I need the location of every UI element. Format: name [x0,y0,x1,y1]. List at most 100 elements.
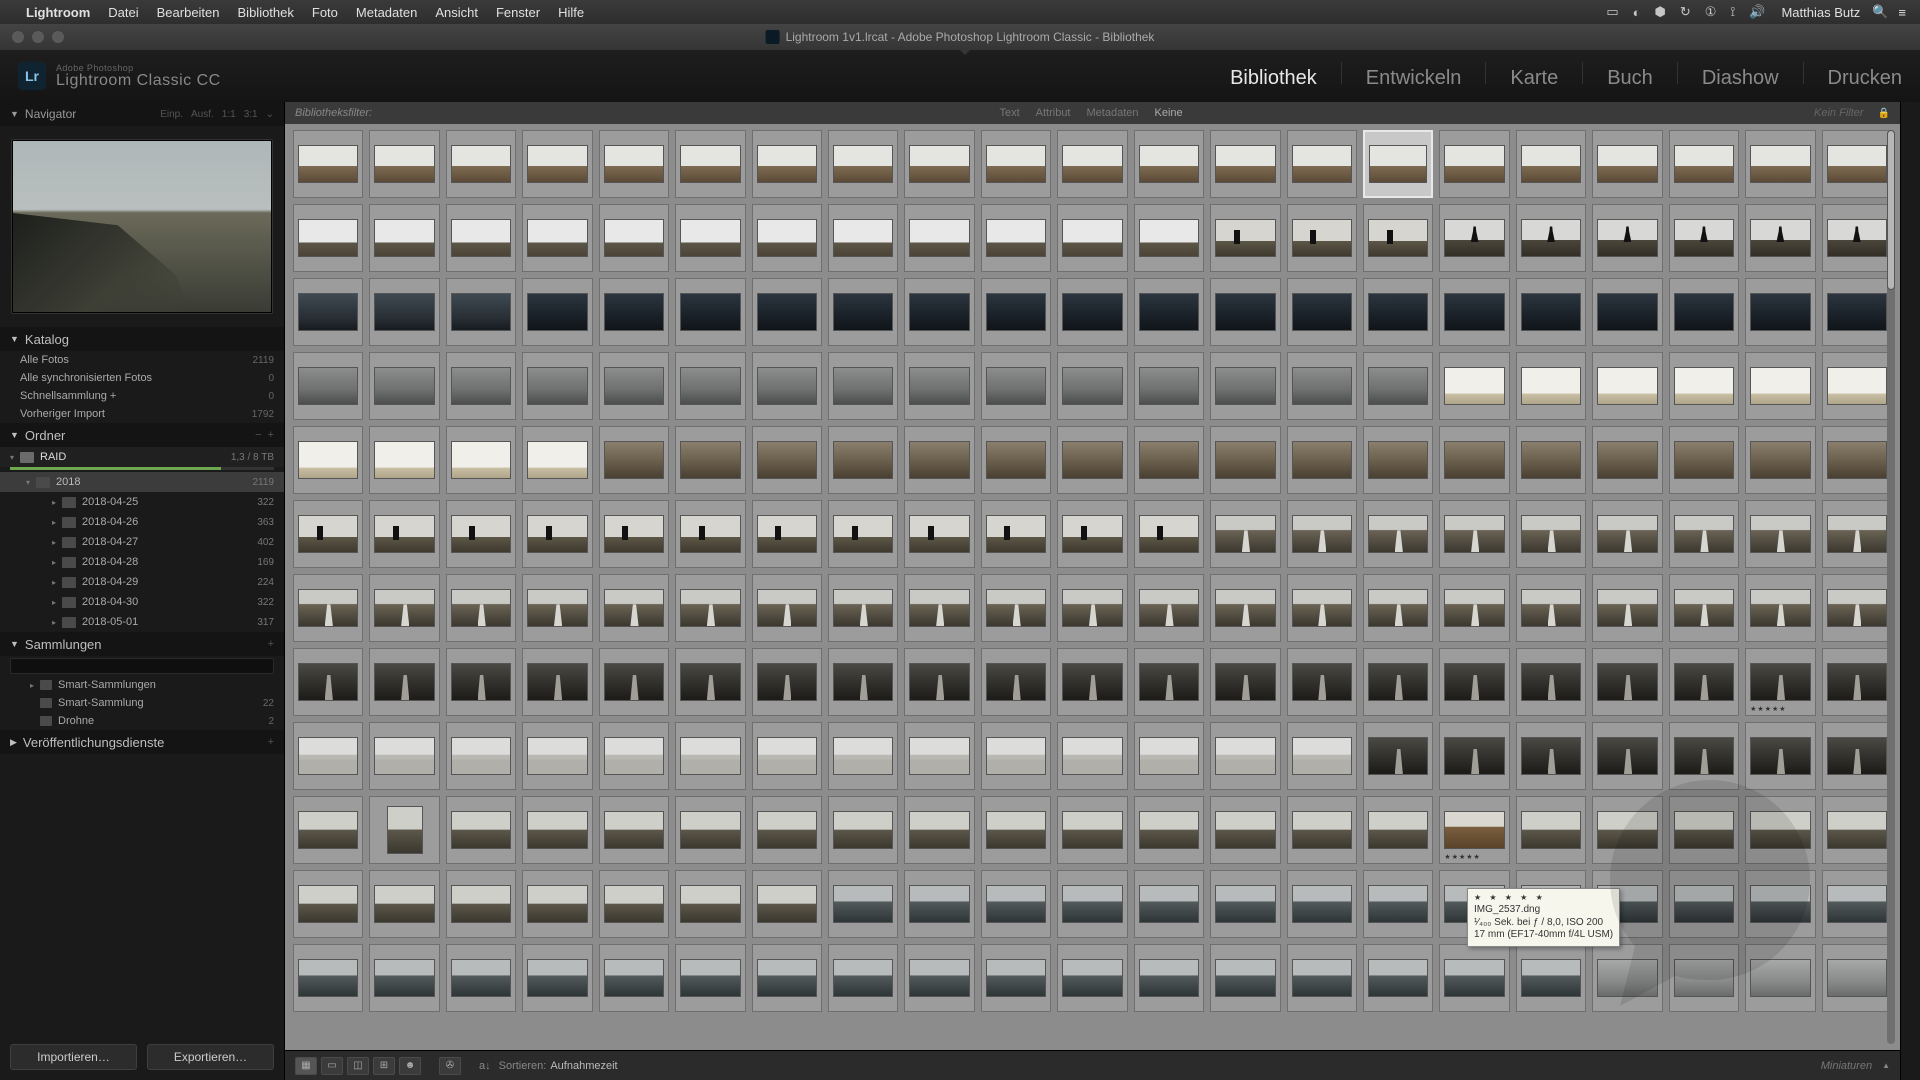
thumbnail-cell[interactable] [1057,944,1127,1012]
thumbnail-cell[interactable] [981,352,1051,420]
filter-text-tab[interactable]: Text [999,107,1019,119]
thumbnail-cell[interactable] [828,944,898,1012]
thumbnail-cell[interactable] [981,944,1051,1012]
thumbnail-cell[interactable] [904,722,974,790]
dropbox-icon[interactable]: ⬢ [1655,4,1666,20]
thumbnail-cell[interactable] [828,796,898,864]
thumbnail-cell[interactable] [446,278,516,346]
thumbnail-cell[interactable] [1745,722,1815,790]
notification-center-icon[interactable]: ≡ [1898,5,1906,20]
thumbnail-cell[interactable] [1057,722,1127,790]
thumbnail-cell[interactable] [522,204,592,272]
thumbnail-cell[interactable] [599,204,669,272]
thumbnail-cell[interactable] [752,352,822,420]
folders-header[interactable]: ▼ Ordner − + [0,423,284,447]
thumbnail-cell[interactable] [828,500,898,568]
publish-header[interactable]: ▶ Veröffentlichungsdienste + [0,730,284,754]
thumbnail-cell[interactable] [1669,574,1739,642]
thumbnail-cell[interactable] [1363,352,1433,420]
thumbnail-cell[interactable] [904,500,974,568]
thumbnail-cell[interactable] [1210,944,1280,1012]
thumbnail-cell[interactable] [1822,426,1892,494]
folder-date-row[interactable]: ▸2018-04-30322 [0,592,284,612]
thumbnail-cell[interactable] [1210,278,1280,346]
view-people-button[interactable]: ☻ [399,1057,421,1075]
thumbnail-cell[interactable] [1822,574,1892,642]
thumbnail-cell[interactable] [1745,944,1815,1012]
thumbnail-cell[interactable] [1134,500,1204,568]
thumbnail-cell[interactable] [369,870,439,938]
menu-bibliothek[interactable]: Bibliothek [238,5,294,20]
thumbnail-cell[interactable] [1516,574,1586,642]
thumbnail-cell[interactable] [1363,204,1433,272]
thumbnail-cell[interactable] [1057,278,1127,346]
thumbnail-cell[interactable] [369,722,439,790]
thumbnail-cell[interactable] [1669,204,1739,272]
module-karte[interactable]: Karte [1510,67,1558,90]
thumbnail-cell[interactable] [599,870,669,938]
thumbnail-cell[interactable] [828,278,898,346]
disclosure-triangle-icon[interactable]: ▸ [52,598,62,607]
thumbnail-cell[interactable] [981,204,1051,272]
thumbnail-cell[interactable] [1057,870,1127,938]
thumbnail-cell[interactable] [293,426,363,494]
filter-lock-icon[interactable]: 🔒 [1878,108,1890,119]
thumbnail-cell[interactable] [599,426,669,494]
filter-preset-label[interactable]: Kein Filter [1814,107,1864,119]
thumbnail-cell[interactable] [1592,426,1662,494]
catalog-row[interactable]: Vorheriger Import1792 [0,405,284,423]
thumbnail-cell[interactable] [1669,944,1739,1012]
scrollbar-thumb[interactable] [1887,130,1895,290]
thumbnail-cell[interactable] [904,870,974,938]
thumbnail-cell[interactable] [1592,204,1662,272]
menu-ansicht[interactable]: Ansicht [435,5,478,20]
disclosure-triangle-icon[interactable]: ▸ [52,498,62,507]
painter-tool-button[interactable]: ✇ [439,1057,461,1075]
menu-fenster[interactable]: Fenster [496,5,540,20]
thumbnail-cell[interactable] [369,278,439,346]
thumbnail-cell[interactable] [904,648,974,716]
thumbnail-cell[interactable] [446,870,516,938]
thumbnail-cell[interactable] [1516,648,1586,716]
cc-sync-icon[interactable]: ◐ [1633,5,1641,20]
thumbnail-cell[interactable] [369,500,439,568]
thumbnail-cell[interactable] [369,352,439,420]
sort-value[interactable]: Aufnahmezeit [550,1060,617,1072]
thumbnail-cell[interactable] [675,574,745,642]
navigator-fit[interactable]: Einp. [160,109,183,120]
sort-direction-icon[interactable]: a↓ [479,1060,491,1072]
thumbnail-cell[interactable] [981,722,1051,790]
wifi-icon[interactable]: ⟟ [1730,4,1735,20]
thumbnail-cell[interactable] [1439,426,1509,494]
thumbnail-cell[interactable] [1057,574,1127,642]
thumbnail-cell[interactable] [1134,352,1204,420]
thumbnail-cell[interactable] [446,426,516,494]
module-buch[interactable]: Buch [1607,67,1653,90]
thumbnail-cell[interactable] [1745,204,1815,272]
thumbnail-cell[interactable] [599,648,669,716]
thumbnail-cell[interactable] [828,722,898,790]
thumbnail-cell[interactable] [675,352,745,420]
thumbnail-cell[interactable] [1134,722,1204,790]
thumbnail-cell[interactable] [446,796,516,864]
thumbnail-cell[interactable] [1439,648,1509,716]
thumbnail-cell[interactable] [981,648,1051,716]
thumbnail-cell[interactable] [1592,574,1662,642]
disclosure-triangle-icon[interactable]: ▾ [26,478,36,487]
close-window-button[interactable] [12,31,24,43]
thumbnail-cell[interactable] [1210,796,1280,864]
menu-foto[interactable]: Foto [312,5,338,20]
filter-attribute-tab[interactable]: Attribut [1036,107,1071,119]
thumbnail-cell[interactable] [1210,648,1280,716]
thumbnail-cell[interactable] [293,278,363,346]
thumbnail-cell[interactable] [1134,574,1204,642]
thumbnail-cell[interactable] [752,796,822,864]
thumbnail-cell[interactable] [1516,796,1586,864]
thumbnail-cell[interactable] [1516,722,1586,790]
thumbnail-cell[interactable] [1057,426,1127,494]
thumbnail-cell[interactable] [1363,130,1433,198]
thumbnail-cell[interactable] [675,204,745,272]
thumbnail-cell[interactable] [599,278,669,346]
thumbnail-cell[interactable] [1745,500,1815,568]
navigator-header[interactable]: ▼ Navigator Einp. Ausf. 1:1 3:1 ⌄ [0,102,284,126]
